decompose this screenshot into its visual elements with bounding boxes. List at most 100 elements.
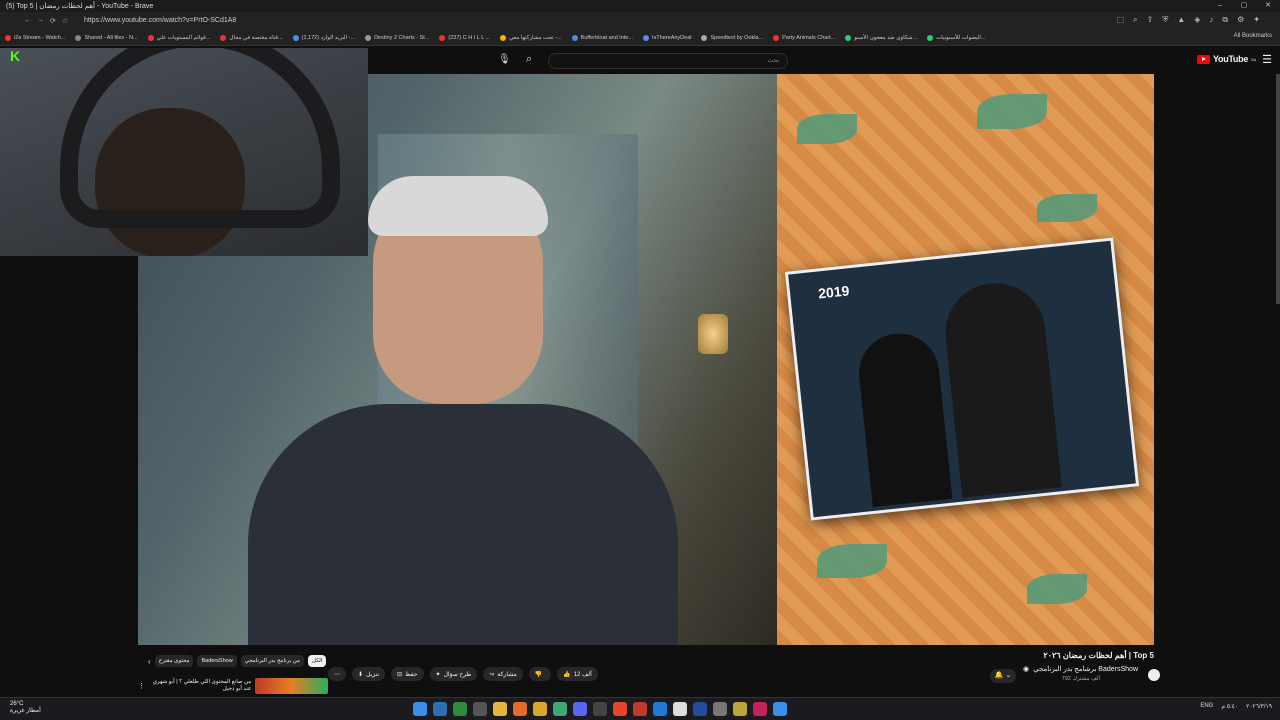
bookmark-item[interactable]: (1,172) البريد الوارد -... — [288, 34, 360, 41]
app-icon[interactable] — [633, 702, 647, 716]
headphones — [60, 48, 340, 228]
bookmark-item[interactable]: IsThereAnyDeal — [638, 34, 696, 41]
brave-icon[interactable] — [613, 702, 627, 716]
search-icon[interactable]: ⌕ — [526, 53, 532, 66]
address-bar[interactable]: https://www.youtube.com/watch?v=PrtO-SCd… — [84, 15, 1044, 27]
obs-icon[interactable] — [593, 702, 607, 716]
bookmark-item[interactable]: Bufferbloat and Inte... — [567, 34, 639, 41]
youtube-header: 🎙 ⌕ بحث YouTube SA ☰ — [368, 48, 1280, 74]
channel-avatar[interactable] — [1148, 669, 1160, 681]
chip-channel-en[interactable]: BadersShow — [197, 655, 237, 667]
app-icon[interactable] — [753, 702, 767, 716]
youtube-logo[interactable]: YouTube SA — [1196, 54, 1256, 64]
app-icon[interactable] — [773, 702, 787, 716]
bookmark-item[interactable]: قناة مختصة في مجال... — [215, 34, 287, 41]
download-icon: ⬇ — [358, 671, 364, 678]
brave-shield-icon[interactable]: ⛨ — [1162, 15, 1168, 25]
window-title: (5) Top 5 | أهم لحظات رمضان - YouTube - … — [6, 3, 154, 10]
youtube-logo-text: YouTube — [1212, 54, 1249, 64]
subscribe-bell-button[interactable]: 🔔 ⌄ — [990, 669, 1016, 683]
chip-suggested[interactable]: محتوى مقترح — [154, 655, 194, 667]
video-frame-photo: 2019 — [777, 74, 1154, 645]
bookmark-item[interactable]: Shared - All files - N... — [70, 34, 142, 41]
minimize-button[interactable]: – — [1208, 0, 1232, 12]
bookmark-icon: ⊟ — [397, 671, 403, 678]
zoom-icon[interactable]: ⌕ — [1133, 15, 1137, 25]
share-button[interactable]: ↪ مشاركة — [483, 667, 523, 681]
desktop-icon[interactable] — [433, 702, 447, 716]
more-button[interactable]: ⋯ — [328, 667, 346, 681]
bookmark-item[interactable]: Party Animals Chart... — [768, 34, 840, 41]
media-icon[interactable]: ♪ — [1209, 15, 1213, 25]
bookmark-star-icon[interactable]: ☆ — [62, 17, 68, 25]
extension-icons: ⬚ ⌕ ⇪ ⛨ ▲ ◈ ♪ ⧉ ⚙ ✦ — [1117, 15, 1260, 25]
xbox-icon[interactable] — [453, 702, 467, 716]
maximize-button[interactable]: ▢ — [1232, 0, 1256, 12]
bookmark-item[interactable]: (237) C H I L L ... — [434, 34, 495, 41]
photo-year: 2019 — [817, 282, 851, 302]
app-icon[interactable] — [553, 702, 567, 716]
youtube-region: SA — [1251, 56, 1256, 62]
microphone-icon[interactable]: 🎙 — [498, 54, 511, 65]
bookmark-item[interactable]: تحت مشاركتها معي -... — [495, 34, 566, 41]
weather-temp: 26°C — [10, 701, 24, 707]
dislike-button[interactable]: 👎 — [528, 667, 552, 681]
app-icon[interactable] — [713, 702, 727, 716]
app-icon[interactable] — [673, 702, 687, 716]
taskbar-apps — [413, 702, 787, 716]
chrome-icon[interactable] — [533, 702, 547, 716]
app-icon[interactable] — [473, 702, 487, 716]
back-icon[interactable]: ← — [24, 17, 31, 25]
leo-icon[interactable]: ✦ — [1253, 15, 1260, 25]
weather-widget[interactable]: 26°C أمطار غزيرة — [10, 701, 41, 715]
clock-date[interactable]: ٢٠٢٦/٣/١٩ — [1246, 703, 1272, 710]
like-button[interactable]: 👍 12 ألف — [557, 667, 598, 681]
forward-icon[interactable]: → — [37, 17, 44, 25]
app-icon[interactable] — [693, 702, 707, 716]
window-controls: – ▢ ✕ — [1208, 0, 1280, 12]
brave-rewards-icon[interactable]: ▲ — [1177, 15, 1185, 25]
reload-icon[interactable]: ⟳ — [50, 17, 56, 25]
page-scrollbar[interactable] — [1276, 74, 1280, 304]
save-button[interactable]: ⊟ حفظ — [391, 667, 424, 681]
hamburger-menu-icon[interactable]: ☰ — [1262, 53, 1272, 66]
window-titlebar: (5) Top 5 | أهم لحظات رمضان - YouTube - … — [0, 0, 1280, 12]
bookmark-item[interactable]: البضوات للأسنونيات... — [922, 34, 990, 41]
nav-buttons: ← → ⟳ ☆ — [0, 17, 68, 25]
windows-taskbar: 26°C أمطار غزيرة ENG ٥:٤٠ م ٢٠٢٦/٣/١٩ — [0, 697, 1280, 720]
sidebar-icon[interactable]: ⧉ — [1222, 15, 1228, 25]
bookmark-item[interactable]: قوائم المستويات علي... — [143, 34, 216, 41]
chip-channel[interactable]: من برنامج بدر البرنامجي — [240, 655, 304, 667]
sparkle-icon: ✦ — [435, 671, 441, 678]
search-input[interactable]: بحث — [548, 53, 788, 69]
close-button[interactable]: ✕ — [1256, 0, 1280, 12]
video-info: Top 5 | أهم لحظات رمضان ٢٠٢٦ ◉ برشامج بد… — [138, 645, 1160, 694]
action-buttons: 👍 12 ألف 👎 ↪ مشاركة ✦ طرح سؤال ⊟ حفظ ⬇ تنزيل … — [328, 667, 598, 681]
bookmarks-bar: i2a Stream - Watch... Shared - All files… — [0, 30, 1280, 46]
bookmark-item[interactable]: i2a Stream - Watch... — [0, 34, 70, 41]
chevron-left-icon[interactable]: ‹ — [148, 657, 151, 666]
start-icon[interactable] — [413, 702, 427, 716]
more-vert-icon[interactable]: ⋮ — [138, 682, 145, 690]
file-explorer-icon[interactable] — [493, 702, 507, 716]
channel-name[interactable]: ◉ برشامج بدر البرنامجي BadersShow — [1023, 665, 1138, 673]
download-button[interactable]: ⬇ تنزيل — [352, 667, 386, 681]
firefox-icon[interactable] — [513, 702, 527, 716]
vscode-icon[interactable] — [653, 702, 667, 716]
next-video-item[interactable]: ⋮ من صانع المحتوى اللي طلعلي ؟ | أبو شهر… — [138, 678, 328, 694]
bookmark-item[interactable]: Destiny 2 Charts - St... — [360, 34, 434, 41]
extension-icon[interactable]: ◈ — [1194, 15, 1200, 25]
share-icon[interactable]: ⇪ — [1147, 15, 1154, 25]
bookmark-item[interactable]: Speedtest by Ookla... — [696, 34, 768, 41]
streamer-webcam: K — [0, 48, 368, 256]
screen-icon[interactable]: ⬚ — [1117, 15, 1125, 25]
discord-icon[interactable] — [573, 702, 587, 716]
chip-all[interactable]: الكل — [307, 655, 327, 667]
ask-button[interactable]: ✦ طرح سؤال — [429, 667, 478, 681]
bookmark-item[interactable]: شكاوى ضد معجون الأسنو... — [840, 34, 922, 41]
settings-icon[interactable]: ⚙ — [1237, 15, 1244, 25]
app-icon[interactable] — [733, 702, 747, 716]
clock-time[interactable]: ٥:٤٠ م — [1221, 703, 1238, 710]
all-bookmarks-button[interactable]: All Bookmarks — [1234, 33, 1272, 39]
language-indicator[interactable]: ENG — [1200, 703, 1213, 710]
